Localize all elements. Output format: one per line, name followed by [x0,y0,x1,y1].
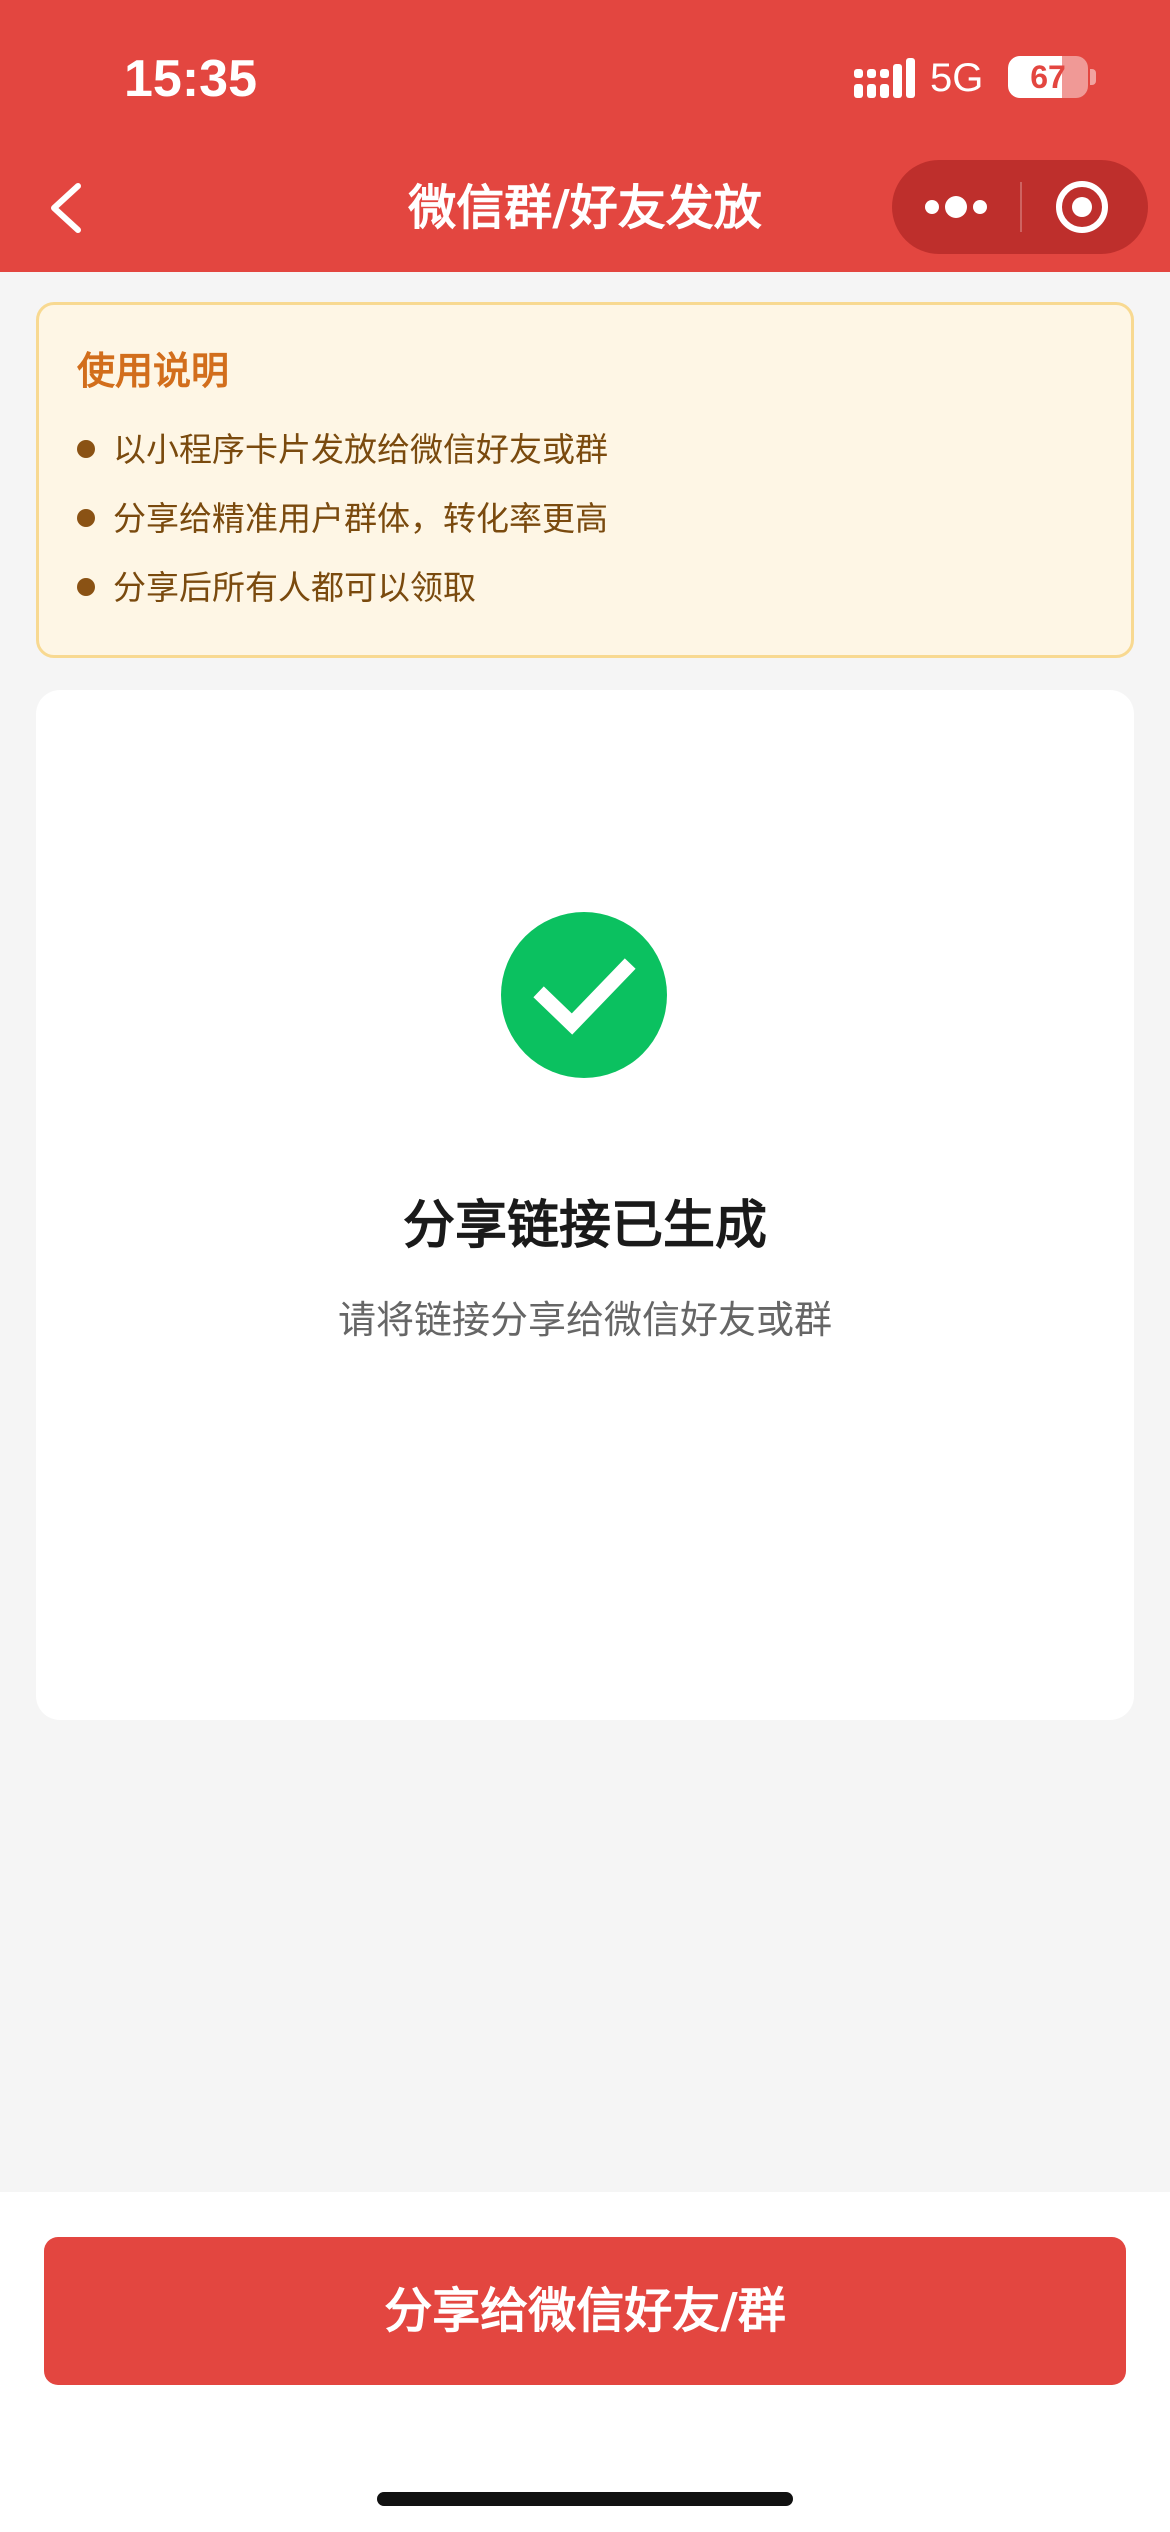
mini-program-capsule [892,160,1148,254]
notice-item-text: 分享后所有人都可以领取 [113,568,476,607]
bottom-action-bar: 分享给微信好友/群 [0,2192,1170,2532]
battery-icon: 67 [1008,56,1088,98]
close-button[interactable] [1022,160,1148,254]
back-button[interactable] [38,168,98,248]
notice-item: 以小程序卡片发放给微信好友或群 [77,415,608,484]
more-button[interactable] [892,160,1020,254]
bullet-icon [77,578,95,596]
target-close-icon [1056,181,1108,233]
battery-tip [1090,69,1096,85]
share-button[interactable]: 分享给微信好友/群 [44,2237,1126,2385]
result-card: 分享链接已生成 请将链接分享给微信好友或群 [36,690,1134,1720]
bullet-icon [77,509,95,527]
page-title: 微信群/好友发放 [408,180,762,236]
more-dots-icon [925,196,987,218]
notice-title: 使用说明 [77,349,230,393]
top-header: 15:35 5G 67 微信群/好友发放 [0,0,1170,272]
notice-item: 分享后所有人都可以领取 [77,553,608,622]
notice-list: 以小程序卡片发放给微信好友或群 分享给精准用户群体，转化率更高 分享后所有人都可… [77,415,608,622]
notice-item-text: 以小程序卡片发放给微信好友或群 [113,430,608,469]
chevron-left-icon [51,183,81,233]
notice-item: 分享给精准用户群体，转化率更高 [77,484,608,553]
notice-item-text: 分享给精准用户群体，转化率更高 [113,499,608,538]
usage-notice: 使用说明 以小程序卡片发放给微信好友或群 分享给精准用户群体，转化率更高 分享后… [36,302,1134,658]
battery-level: 67 [1030,59,1066,95]
signal-icon [854,58,915,98]
result-title: 分享链接已生成 [402,1196,767,1256]
result-subtitle: 请将链接分享给微信好友或群 [337,1298,832,1342]
status-time: 15:35 [124,50,257,108]
home-indicator [377,2492,793,2506]
bullet-icon [77,440,95,458]
check-circle-icon [501,912,667,1078]
network-type: 5G [930,56,984,100]
